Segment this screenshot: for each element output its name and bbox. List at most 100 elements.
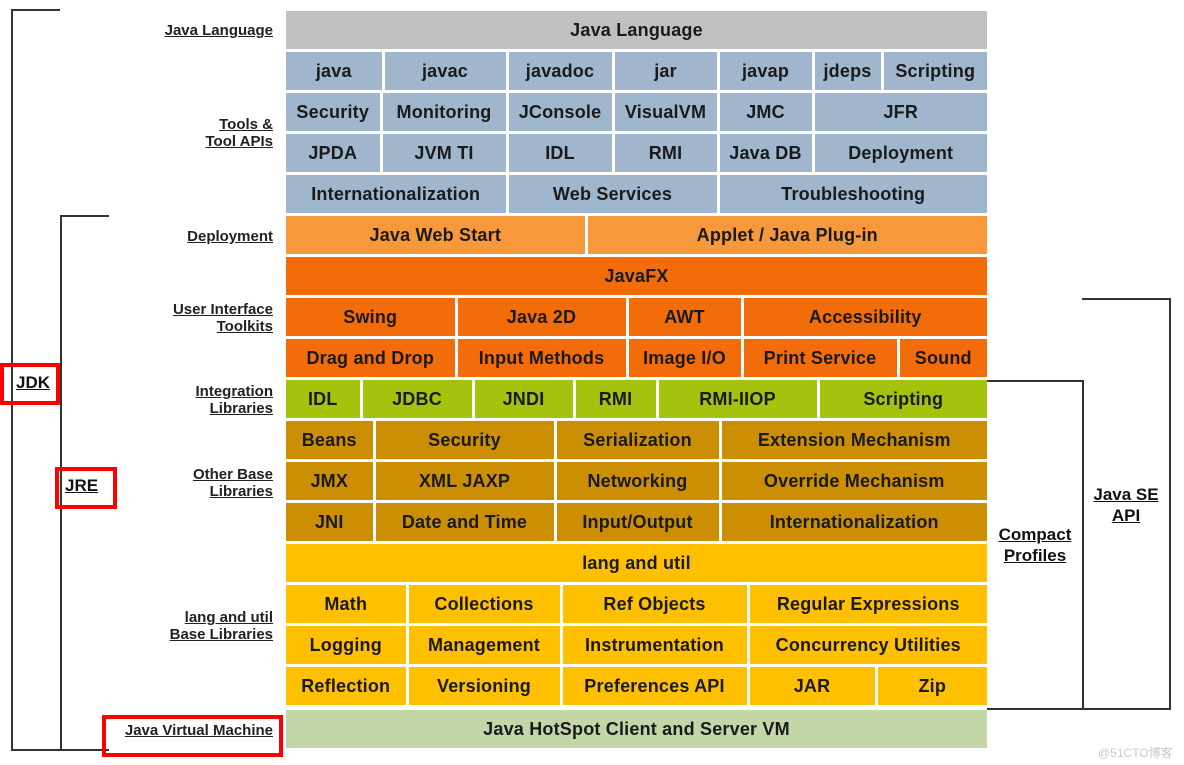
cell-tools-3-rmi[interactable]: RMI — [614, 134, 717, 172]
cell-other-1-security[interactable]: Security — [375, 421, 554, 459]
cell-ui-2-drag-and-drop[interactable]: Drag and Drop — [286, 339, 455, 377]
cell-tools-4-web-services[interactable]: Web Services — [508, 175, 717, 213]
cell-ui-1-java-2d[interactable]: Java 2D — [457, 298, 626, 336]
label-integration-line2: Libraries — [209, 400, 273, 417]
cell-lang-2-concurrency-utilities[interactable]: Concurrency Utilities — [749, 626, 987, 664]
cell-lang-2-management[interactable]: Management — [408, 626, 560, 664]
cell-other-1-extension-mechanism[interactable]: Extension Mechanism — [721, 421, 987, 459]
cell-integration-jndi[interactable]: JNDI — [474, 380, 573, 418]
label-lang-util[interactable]: lang and util Base Libraries — [170, 609, 273, 643]
cell-tools-2-visualvm[interactable]: VisualVM — [614, 93, 717, 131]
jdk-jre-bracket-bottom — [11, 749, 109, 751]
cell-ui-1-accessibility[interactable]: Accessibility — [743, 298, 987, 336]
jre-label[interactable]: JRE — [65, 475, 105, 496]
cell-lang-util-header-lang-and-util[interactable]: lang and util — [286, 544, 987, 582]
cell-lang-3-reflection[interactable]: Reflection — [286, 667, 406, 705]
label-deployment[interactable]: Deployment — [187, 228, 273, 245]
label-integration[interactable]: Integration Libraries — [196, 383, 274, 417]
jdk-bracket-top — [11, 9, 60, 11]
cell-tools-1-javac[interactable]: javac — [384, 52, 506, 90]
cell-ui-2-image-i-o[interactable]: Image I/O — [628, 339, 741, 377]
cell-lang-3-versioning[interactable]: Versioning — [408, 667, 560, 705]
cell-lang-2-logging[interactable]: Logging — [286, 626, 406, 664]
label-ui-line1: User Interface — [172, 301, 273, 318]
cell-lang-2-instrumentation[interactable]: Instrumentation — [562, 626, 747, 664]
cell-other-2-jmx[interactable]: JMX — [286, 462, 373, 500]
cell-lang-1-regular-expressions[interactable]: Regular Expressions — [749, 585, 987, 623]
cell-tools-1-javap[interactable]: javap — [719, 52, 812, 90]
cell-other-2-xml-jaxp[interactable]: XML JAXP — [375, 462, 554, 500]
compact-profiles-bracket-top — [987, 380, 1084, 382]
java-se-api-label[interactable]: Java SE API — [1084, 484, 1168, 526]
cell-other-3-input-output[interactable]: Input/Output — [556, 503, 719, 541]
cell-other-3-internationalization[interactable]: Internationalization — [721, 503, 987, 541]
cell-tools-3-jvm-ti[interactable]: JVM TI — [382, 134, 506, 172]
label-tools-line1: Tools & — [219, 116, 273, 133]
cell-deployment-applet-java-plug-in[interactable]: Applet / Java Plug-in — [587, 216, 987, 254]
label-java-language[interactable]: Java Language — [165, 22, 273, 39]
compact-profiles-line2: Profiles — [1003, 546, 1067, 565]
cell-tools-1-jar[interactable]: jar — [614, 52, 717, 90]
cell-other-1-beans[interactable]: Beans — [286, 421, 373, 459]
cell-other-1-serialization[interactable]: Serialization — [556, 421, 719, 459]
cell-other-3-jni[interactable]: JNI — [286, 503, 373, 541]
cell-lang-3-zip[interactable]: Zip — [877, 667, 987, 705]
cell-jvm-java-hotspot-client-and-server-vm[interactable]: Java HotSpot Client and Server VM — [286, 710, 987, 748]
java-se-api-line1: Java SE — [1093, 485, 1159, 504]
cell-other-3-date-and-time[interactable]: Date and Time — [375, 503, 554, 541]
cell-tools-2-monitoring[interactable]: Monitoring — [382, 93, 506, 131]
label-lang-line1: lang and util — [184, 609, 273, 626]
cell-tools-1-javadoc[interactable]: javadoc — [508, 52, 612, 90]
cell-tools-3-deployment[interactable]: Deployment — [814, 134, 987, 172]
cell-tools-3-java-db[interactable]: Java DB — [719, 134, 812, 172]
cell-javafx-javafx[interactable]: JavaFX — [286, 257, 987, 295]
cell-integration-rmi-iiop[interactable]: RMI-IIOP — [658, 380, 817, 418]
java-se-api-line2: API — [1111, 506, 1141, 525]
cell-tools-3-jpda[interactable]: JPDA — [286, 134, 380, 172]
cell-java-language-java-language[interactable]: Java Language — [286, 11, 987, 49]
cell-lang-1-ref-objects[interactable]: Ref Objects — [562, 585, 747, 623]
cell-lang-1-collections[interactable]: Collections — [408, 585, 560, 623]
cell-integration-rmi[interactable]: RMI — [575, 380, 656, 418]
cell-ui-2-sound[interactable]: Sound — [899, 339, 987, 377]
cell-tools-4-troubleshooting[interactable]: Troubleshooting — [719, 175, 987, 213]
label-other-base[interactable]: Other Base Libraries — [193, 466, 273, 500]
cell-ui-1-swing[interactable]: Swing — [286, 298, 455, 336]
cell-ui-2-input-methods[interactable]: Input Methods — [457, 339, 626, 377]
cell-integration-scripting[interactable]: Scripting — [819, 380, 987, 418]
java-se-api-bracket-vertical — [1169, 298, 1171, 710]
compact-profiles-line1: Compact — [998, 525, 1072, 544]
cell-lang-1-math[interactable]: Math — [286, 585, 406, 623]
cell-tools-1-scripting[interactable]: Scripting — [883, 52, 987, 90]
cell-tools-3-idl[interactable]: IDL — [508, 134, 612, 172]
label-ui-toolkits[interactable]: User Interface Toolkits — [173, 301, 273, 335]
cell-other-2-override-mechanism[interactable]: Override Mechanism — [721, 462, 987, 500]
cell-tools-2-jmc[interactable]: JMC — [719, 93, 812, 131]
cell-integration-jdbc[interactable]: JDBC — [362, 380, 472, 418]
cell-tools-2-security[interactable]: Security — [286, 93, 380, 131]
cell-lang-3-jar[interactable]: JAR — [749, 667, 875, 705]
cell-ui-1-awt[interactable]: AWT — [628, 298, 741, 336]
cell-tools-2-jfr[interactable]: JFR — [814, 93, 987, 131]
compact-profiles-bracket-vertical — [1082, 380, 1084, 709]
label-ui-line2: Toolkits — [216, 318, 273, 335]
label-integration-line1: Integration — [195, 383, 274, 400]
cell-ui-2-print-service[interactable]: Print Service — [743, 339, 897, 377]
label-other-line1: Other Base — [192, 466, 273, 483]
jdk-label[interactable]: JDK — [16, 372, 56, 393]
cell-tools-2-jconsole[interactable]: JConsole — [508, 93, 612, 131]
cell-deployment-java-web-start[interactable]: Java Web Start — [286, 216, 585, 254]
label-lang-line2: Base Libraries — [169, 626, 273, 643]
cell-tools-1-jdeps[interactable]: jdeps — [814, 52, 881, 90]
compact-profiles-label[interactable]: Compact Profiles — [990, 524, 1080, 566]
cell-tools-4-internationalization[interactable]: Internationalization — [286, 175, 506, 213]
cell-lang-3-preferences-api[interactable]: Preferences API — [562, 667, 747, 705]
jvm-highlight-box — [102, 715, 283, 757]
label-tools[interactable]: Tools & Tool APIs — [206, 116, 274, 150]
right-brackets-bottom — [987, 708, 1171, 710]
java-se-api-bracket-top — [1082, 298, 1171, 300]
cell-integration-idl[interactable]: IDL — [286, 380, 360, 418]
cell-other-2-networking[interactable]: Networking — [556, 462, 719, 500]
label-tools-line2: Tool APIs — [205, 133, 274, 150]
cell-tools-1-java[interactable]: java — [286, 52, 382, 90]
